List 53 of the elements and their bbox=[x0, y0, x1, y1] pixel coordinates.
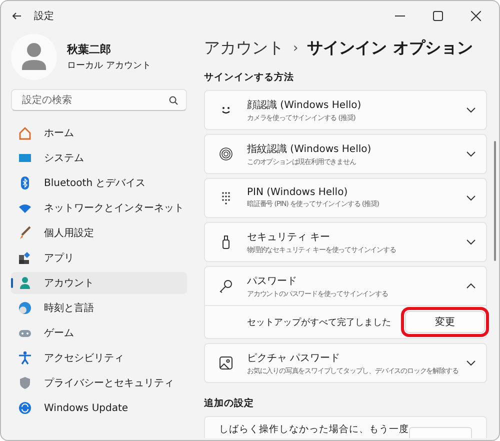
nav-item[interactable]: ゲーム bbox=[11, 322, 187, 344]
person-icon bbox=[18, 276, 32, 290]
avatar-icon bbox=[11, 34, 57, 80]
chevron-down-icon[interactable] bbox=[466, 151, 476, 157]
nav-item[interactable]: Windows Update bbox=[11, 397, 187, 419]
chevron-down-icon[interactable] bbox=[466, 107, 476, 113]
home-icon bbox=[18, 126, 32, 140]
chevron-down-icon[interactable] bbox=[466, 239, 476, 245]
search-field[interactable]: 設定の検索 bbox=[11, 89, 187, 111]
option-title: 顔認識 (Windows Hello) bbox=[247, 98, 362, 112]
nav-item[interactable]: アプリ bbox=[11, 247, 187, 269]
nav-item[interactable]: ホーム bbox=[11, 122, 187, 144]
nav-item[interactable]: 時刻と言語 bbox=[11, 297, 187, 319]
shield-icon bbox=[18, 376, 32, 390]
page-title: サインイン オプション bbox=[307, 38, 473, 58]
user-name: 秋葉二郎 bbox=[67, 42, 112, 57]
breadcrumb-separator: › bbox=[293, 40, 298, 56]
back-arrow-icon[interactable] bbox=[12, 12, 22, 20]
nav-item[interactable]: ネットワークとインターネット bbox=[11, 197, 187, 219]
setup-status-text: セットアップがすべて完了しました bbox=[247, 316, 391, 328]
nav-item[interactable]: Bluetooth とデバイス bbox=[11, 172, 187, 194]
picture-icon bbox=[219, 356, 233, 370]
account-type: ローカル アカウント bbox=[67, 60, 151, 72]
section-heading: サインインする方法 bbox=[204, 71, 295, 84]
nav-item[interactable]: システム bbox=[11, 147, 187, 169]
scrollbar[interactable] bbox=[494, 141, 496, 261]
option-title: PIN (Windows Hello) bbox=[247, 187, 349, 198]
chevron-up-icon[interactable] bbox=[466, 283, 476, 289]
nav-item[interactable]: アクセシビリティ bbox=[11, 347, 187, 369]
search-icon bbox=[169, 96, 178, 105]
apps-icon bbox=[18, 251, 32, 265]
option-title: セキュリティ キー bbox=[247, 230, 332, 244]
close-icon[interactable] bbox=[471, 11, 481, 21]
breadcrumb-parent[interactable]: アカウント bbox=[204, 38, 284, 58]
option-title: 指紋認識 (Windows Hello) bbox=[247, 142, 372, 156]
brush-icon bbox=[18, 226, 32, 240]
setting-label: しばらく操作しなかった場合に、もう一度 bbox=[219, 423, 409, 437]
nav-item[interactable]: プライバシーとセキュリティ bbox=[11, 372, 187, 394]
nav-item[interactable]: アカウント bbox=[11, 272, 187, 294]
keypad-icon bbox=[219, 191, 233, 205]
chevron-down-icon[interactable] bbox=[466, 360, 476, 366]
sync-icon bbox=[18, 401, 32, 415]
window-title: 設定 bbox=[34, 10, 54, 23]
section-heading: 追加の設定 bbox=[204, 397, 255, 410]
nav-item[interactable]: 個人用設定 bbox=[11, 222, 187, 244]
maximize-icon[interactable] bbox=[433, 11, 443, 21]
monitor-icon bbox=[18, 151, 32, 165]
option-title: ピクチャ パスワード bbox=[247, 352, 342, 364]
key-icon bbox=[219, 279, 233, 293]
bluetooth-icon bbox=[18, 176, 32, 190]
chevron-down-icon[interactable] bbox=[466, 195, 476, 201]
accessibility-icon bbox=[18, 351, 32, 365]
option-title: パスワード bbox=[247, 274, 298, 288]
